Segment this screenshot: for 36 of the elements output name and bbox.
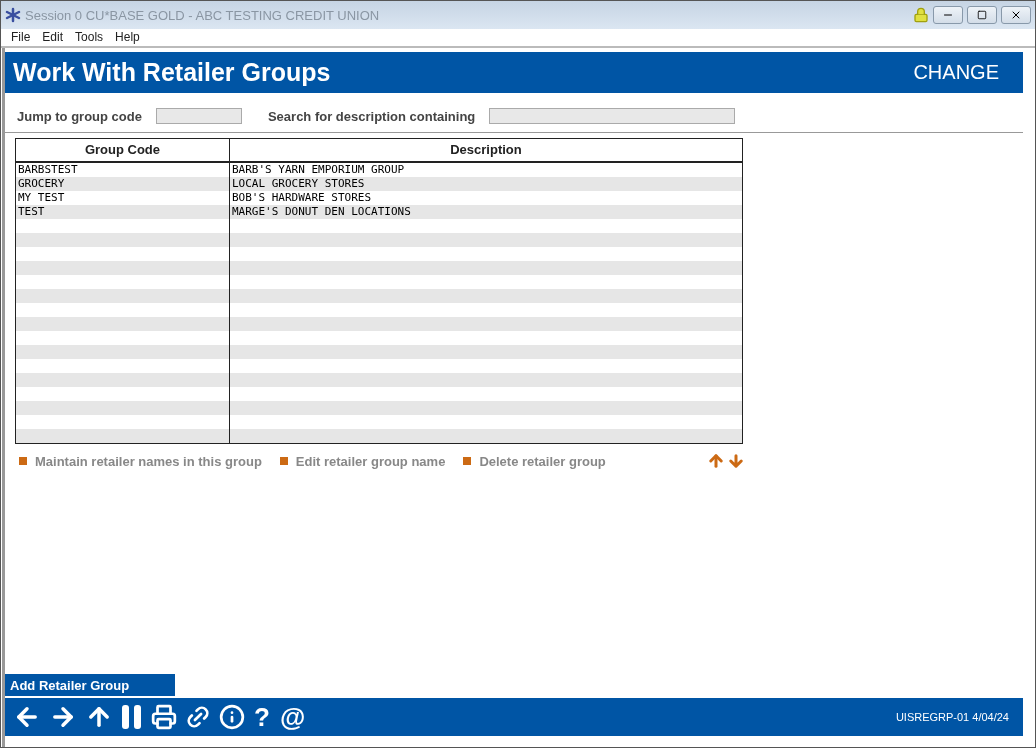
printer-icon[interactable] (149, 702, 179, 732)
table-cell-text: MY TEST (17, 191, 66, 205)
mode-label: CHANGE (913, 61, 999, 84)
maximize-icon (977, 10, 987, 20)
page-title: Work With Retailer Groups (13, 58, 331, 87)
menu-item[interactable]: Help (109, 29, 146, 46)
close-button[interactable] (1001, 6, 1031, 24)
menu-item[interactable]: Edit (36, 29, 70, 46)
app-logo-icon (5, 7, 21, 23)
action-link[interactable]: Maintain retailer names in this group (19, 453, 262, 469)
table-cell-text: GROCERY (17, 177, 66, 191)
lock-icon (913, 7, 929, 23)
screen-id: UISREGRP-01 4/04/24 (895, 711, 1009, 723)
close-icon (1010, 9, 1022, 21)
action-link[interactable]: Edit retailer group name (279, 453, 446, 469)
table-cell-text: BARBSTEST (17, 163, 79, 177)
add-button[interactable]: Add Retailer Group (5, 674, 175, 698)
action-link[interactable]: Delete retailer group (463, 453, 606, 469)
help-button[interactable]: ? (251, 701, 273, 733)
window-title: Session 0 CU*BASE GOLD - ABC TESTING CREDIT UNION (25, 7, 381, 23)
info-icon[interactable] (217, 702, 247, 732)
input-field[interactable] (489, 108, 736, 124)
email-button[interactable]: @ (276, 701, 309, 733)
table-cell-text: TEST (17, 205, 46, 219)
table-row[interactable]: TEST MARGE'S DONUT DEN LOCATIONS (16, 205, 742, 219)
input-field[interactable] (155, 108, 242, 124)
column-header: Group Code (83, 141, 162, 159)
column-header: Description (229, 139, 742, 161)
menu-item[interactable]: Tools (69, 29, 110, 46)
menu-item[interactable]: File (5, 29, 37, 46)
maximize-button[interactable] (967, 6, 997, 24)
arrow-down-icon[interactable] (727, 452, 745, 470)
field-label: Jump to group code (17, 108, 142, 124)
minimize-button[interactable] (933, 6, 963, 24)
table-row[interactable]: GROCERY LOCAL GROCERY STORES (16, 177, 742, 191)
field-label: Search for description containing (267, 108, 476, 124)
